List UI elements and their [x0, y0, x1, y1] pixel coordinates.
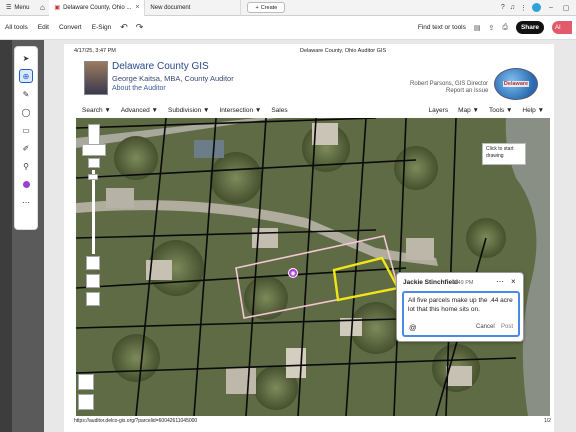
stamp-icon[interactable]: ✐ [19, 141, 33, 155]
auditor-photo [84, 61, 108, 95]
delaware-logo: Delaware [494, 68, 538, 100]
pan-up-control[interactable] [88, 124, 100, 146]
avatar[interactable] [532, 3, 541, 12]
text-box-icon[interactable]: ▭ [19, 123, 33, 137]
print-date: 4/17/25, 3:47 PM [74, 48, 116, 54]
nav-subdivision[interactable]: Subdivision ▼ [168, 107, 219, 114]
cancel-button[interactable]: Cancel [476, 324, 495, 330]
comment-time: 3:49 PM [453, 280, 474, 286]
mention-icon[interactable]: @ [409, 323, 417, 332]
plus-icon: + [255, 4, 259, 11]
comment-text: All five parcels make up the .44 acre lo… [408, 297, 513, 313]
zoom-level-1[interactable] [86, 256, 100, 270]
comment-tool-icon[interactable]: ⊕ [19, 69, 33, 83]
nav-search[interactable]: Search ▼ [82, 107, 121, 114]
pdf-page: 4/17/25, 3:47 PM Delaware County, Ohio A… [64, 44, 554, 432]
post-button[interactable]: Post [501, 324, 513, 330]
gis-subtitle: George Kaitsa, MBA, County Auditor [112, 74, 234, 83]
left-rail [0, 40, 12, 432]
comment-pin-icon[interactable]: ◉ [288, 268, 298, 278]
nav-tools[interactable]: Tools ▼ [489, 107, 512, 114]
nav-sales[interactable]: Sales [271, 107, 297, 114]
select-cursor-icon[interactable]: ➤ [19, 51, 33, 65]
about-auditor-link[interactable]: About the Auditor [112, 85, 166, 92]
zoom-in-control[interactable] [88, 158, 100, 168]
nav-help[interactable]: Help ▼ [522, 107, 544, 114]
aerial-map[interactable]: Click to start drawing ◉ [76, 118, 550, 416]
comment-popup: Jackie Stinchfield 3:49 PM ⋯ × All five … [396, 272, 524, 342]
annotation-toolbar: ➤ ⊕ ✎ ◯ ▭ ✐ ⚲ ⋯ [14, 46, 38, 230]
tab-new-document[interactable]: New document [145, 0, 242, 16]
share-button[interactable]: Share [516, 21, 544, 34]
convert-menu[interactable]: Convert [54, 24, 87, 31]
menu-button[interactable]: ☰ Menu [0, 0, 35, 16]
zoom-slider-thumb[interactable] [88, 174, 98, 180]
page-number: 1/2 [544, 418, 551, 424]
bell-icon[interactable]: ♫ [510, 4, 515, 11]
minimize-icon[interactable]: – [546, 4, 556, 11]
gis-nav: Search ▼ Advanced ▼ Subdivision ▼ Inters… [82, 104, 544, 116]
close-tab-icon[interactable]: × [135, 4, 139, 11]
main-toolbar: All tools Edit Convert E-Sign ↶ ↷ Find t… [0, 16, 576, 40]
pan-control[interactable] [82, 144, 106, 156]
apps-icon[interactable]: ⋮ [520, 4, 527, 12]
parcel-map-graphic [76, 118, 550, 416]
map-tool-button-2[interactable] [78, 394, 94, 410]
all-tools-menu[interactable]: All tools [0, 24, 33, 31]
top-bar: ☰ Menu ⌂ ▣ Delaware County, Ohio ... × N… [0, 0, 576, 16]
purple-color-dot [22, 180, 30, 188]
hamburger-icon: ☰ [6, 5, 12, 11]
save-icon[interactable]: ▤ [474, 24, 481, 32]
more-tools-icon[interactable]: ⋯ [19, 195, 33, 209]
tab-delaware-county[interactable]: ▣ Delaware County, Ohio ... × [49, 0, 146, 16]
find-text-tools[interactable]: Find text or tools [418, 24, 466, 31]
home-icon[interactable]: ⌂ [35, 0, 49, 16]
nav-advanced[interactable]: Advanced ▼ [121, 107, 168, 114]
highlight-pen-icon[interactable]: ✎ [19, 87, 33, 101]
close-icon[interactable]: × [511, 277, 516, 286]
zoom-level-2[interactable] [86, 274, 100, 288]
print-title: Delaware County, Ohio Auditor GIS [300, 48, 387, 54]
draw-loop-icon[interactable]: ◯ [19, 105, 33, 119]
edit-menu[interactable]: Edit [33, 24, 54, 31]
print-icon[interactable]: ⎙ [502, 24, 508, 32]
pin-icon[interactable]: ⚲ [19, 159, 33, 173]
drawing-tooltip: Click to start drawing [482, 143, 526, 165]
redo-icon[interactable]: ↷ [132, 22, 148, 33]
document-area: 4/17/25, 3:47 PM Delaware County, Ohio A… [44, 40, 576, 432]
pdf-icon: ▣ [54, 5, 61, 11]
comment-author: Jackie Stinchfield [403, 279, 458, 286]
esign-menu[interactable]: E-Sign [87, 24, 117, 31]
nav-intersection[interactable]: Intersection ▼ [219, 107, 271, 114]
color-picker[interactable] [19, 177, 33, 191]
more-options-icon[interactable]: ⋯ [496, 277, 504, 286]
ai-assistant-button[interactable]: AI [552, 21, 572, 34]
gis-director: Robert Parsons, GIS Director [410, 81, 489, 87]
zoom-level-3[interactable] [86, 292, 100, 306]
zoom-slider-track[interactable] [92, 170, 95, 254]
maximize-icon[interactable]: ▢ [561, 4, 571, 12]
undo-icon[interactable]: ↶ [116, 22, 132, 33]
help-icon[interactable]: ? [501, 4, 505, 11]
nav-map[interactable]: Map ▼ [458, 107, 479, 114]
map-tool-button-1[interactable] [78, 374, 94, 390]
upload-icon[interactable]: ⇪ [489, 24, 495, 32]
gis-title: Delaware County GIS [112, 61, 209, 72]
nav-layers[interactable]: Layers [429, 107, 449, 114]
report-issue-link[interactable]: Report an Issue [446, 88, 488, 94]
create-button[interactable]: + Create [247, 2, 286, 13]
comment-input[interactable]: All five parcels make up the .44 acre lo… [402, 291, 520, 337]
footer-url: https://auditor.delco-gis.org/?parcelid=… [74, 418, 198, 424]
